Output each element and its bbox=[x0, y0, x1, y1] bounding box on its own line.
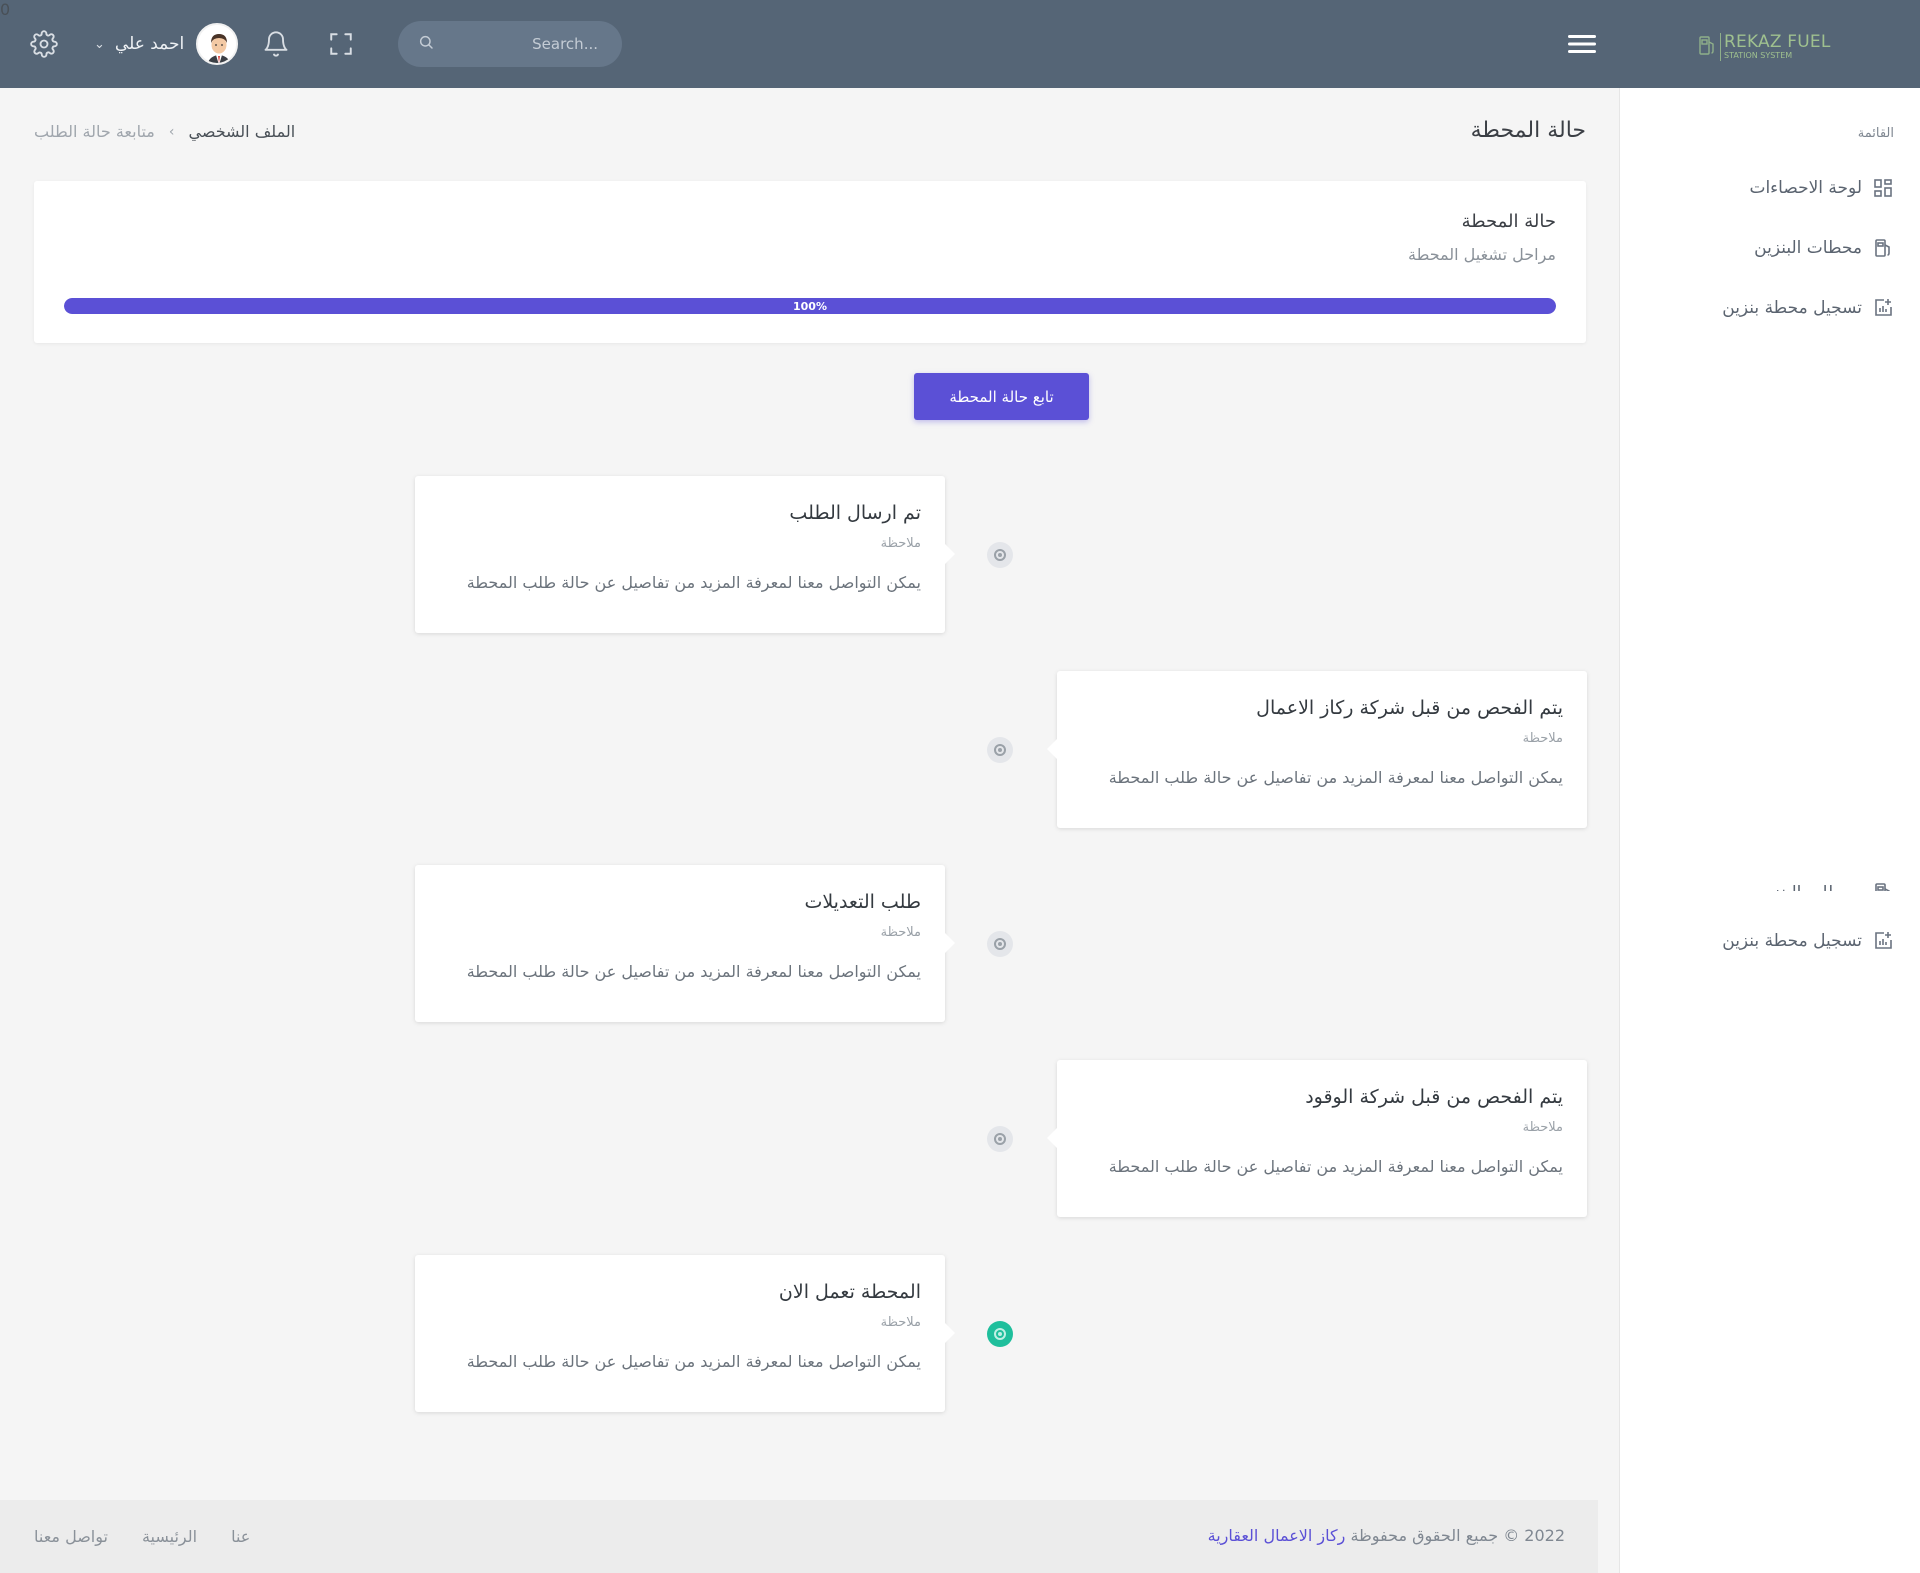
notification-count-badge: 0 bbox=[0, 0, 11, 19]
timeline-card: يتم الفحص من قبل شركة الوقود ملاحظة يمكن… bbox=[1047, 1060, 1587, 1217]
search-box bbox=[398, 21, 622, 67]
page-title: حالة المحطة bbox=[1470, 118, 1586, 143]
timeline-card: المحطة تعمل الان ملاحظة يمكن التواصل معن… bbox=[415, 1255, 955, 1412]
fuel-pump-logo-icon bbox=[1698, 34, 1716, 60]
fullscreen-icon[interactable] bbox=[328, 0, 354, 88]
footer-link-about[interactable]: عنا bbox=[231, 1527, 250, 1546]
user-name: احمد علي bbox=[114, 34, 185, 54]
timeline-description: يمكن التواصل معنا لمعرفة المزيد من تفاصي… bbox=[1108, 768, 1563, 787]
sidebar-item-label: تسجيل محطة بنزين bbox=[1722, 931, 1862, 951]
settings-gear-icon[interactable] bbox=[30, 0, 58, 88]
fuel-pump-icon bbox=[1872, 237, 1894, 259]
progress-bar: 100% bbox=[64, 298, 1556, 314]
logo-title: REKAZ FUEL bbox=[1724, 32, 1831, 52]
add-chart-icon bbox=[1872, 930, 1894, 952]
timeline-dot-icon bbox=[987, 931, 1013, 957]
footer-link-contact[interactable]: تواصل معنا bbox=[34, 1527, 108, 1546]
sidebar-ghost-item-fuel-stations: محطات البنزين bbox=[1754, 869, 1894, 891]
timeline-dot-active-icon bbox=[987, 1321, 1013, 1347]
avatar bbox=[196, 23, 239, 65]
logo-subtitle: STATION SYSTEM bbox=[1724, 51, 1793, 60]
sidebar-item-register-station[interactable]: تسجيل محطة بنزين bbox=[1722, 293, 1894, 323]
timeline-dot-icon bbox=[987, 542, 1013, 568]
station-status-card: حالة المحطة مراحل تشغيل المحطة 100% bbox=[34, 181, 1586, 343]
top-navbar: ⌄ احمد علي 0 Search... REKAZ FUEL STATIO… bbox=[0, 0, 1920, 88]
user-dropdown[interactable]: ⌄ احمد علي bbox=[94, 0, 239, 88]
chevron-left-icon: ‹ bbox=[168, 123, 175, 140]
sidebar-item-fuel-stations[interactable]: محطات البنزين bbox=[1754, 233, 1894, 263]
timeline-card: يتم الفحص من قبل شركة ركاز الاعمال ملاحظ… bbox=[1047, 671, 1587, 828]
timeline-note-label: ملاحظة bbox=[1522, 1120, 1563, 1135]
sidebar-item-label: لوحة الاحصاءات bbox=[1749, 178, 1862, 198]
timeline-card: طلب التعديلات ملاحظة يمكن التواصل معنا ل… bbox=[415, 865, 955, 1022]
timeline-note-label: ملاحظة bbox=[1522, 731, 1563, 746]
sidebar-ghost-item-register-station: تسجيل محطة بنزين bbox=[1722, 926, 1894, 956]
footer-links: تواصل معنا الرئيسية عنا bbox=[34, 1527, 250, 1546]
timeline-title: يتم الفحص من قبل شركة الوقود bbox=[1305, 1086, 1563, 1108]
progress-label: 100% bbox=[793, 299, 827, 313]
sidebar-title: القائمة bbox=[1857, 126, 1894, 141]
track-station-status-button[interactable]: تابع حالة المحطة bbox=[914, 373, 1089, 420]
search-input[interactable] bbox=[458, 35, 598, 53]
copyright-brand-link[interactable]: ركاز الاعمال العقارية bbox=[1208, 1526, 1346, 1545]
timeline-description: يمكن التواصل معنا لمعرفة المزيد من تفاصي… bbox=[466, 573, 921, 592]
card-title: حالة المحطة bbox=[1461, 211, 1556, 232]
timeline-dot-icon bbox=[987, 1126, 1013, 1152]
notifications-bell-icon[interactable] bbox=[262, 0, 290, 88]
timeline-title: يتم الفحص من قبل شركة ركاز الاعمال bbox=[1256, 697, 1563, 719]
copyright: 2022 © جميع الحقوق محفوظة ركاز الاعمال ا… bbox=[1208, 1526, 1565, 1545]
timeline-note-label: ملاحظة bbox=[880, 925, 921, 940]
sidebar-item-label: محطات البنزين bbox=[1754, 883, 1862, 891]
copyright-text: 2022 © جميع الحقوق محفوظة bbox=[1350, 1526, 1565, 1545]
breadcrumb-item-profile[interactable]: الملف الشخصي bbox=[188, 122, 295, 141]
timeline-description: يمكن التواصل معنا لمعرفة المزيد من تفاصي… bbox=[1108, 1157, 1563, 1176]
sidebar: القائمة لوحة الاحصاءات محطات البنزين تسج… bbox=[1619, 88, 1920, 1573]
timeline-note-label: ملاحظة bbox=[880, 536, 921, 551]
card-subtitle: مراحل تشغيل المحطة bbox=[1407, 245, 1556, 264]
hamburger-menu-icon[interactable] bbox=[1568, 0, 1596, 88]
timeline-note-label: ملاحظة bbox=[880, 1315, 921, 1330]
footer-link-home[interactable]: الرئيسية bbox=[142, 1527, 197, 1546]
brand-logo[interactable]: REKAZ FUEL STATION SYSTEM bbox=[1698, 30, 1831, 64]
timeline-title: المحطة تعمل الان bbox=[778, 1281, 921, 1303]
add-chart-icon bbox=[1872, 297, 1894, 319]
fuel-pump-icon bbox=[1872, 881, 1894, 891]
breadcrumb: متابعة حالة الطلب ‹ الملف الشخصي bbox=[34, 122, 295, 141]
timeline-title: طلب التعديلات bbox=[804, 891, 921, 913]
search-icon bbox=[418, 34, 434, 54]
timeline-title: تم ارسال الطلب bbox=[789, 502, 921, 524]
sidebar-item-label: محطات البنزين bbox=[1754, 238, 1862, 258]
timeline-description: يمكن التواصل معنا لمعرفة المزيد من تفاصي… bbox=[466, 962, 921, 981]
breadcrumb-item-track-request[interactable]: متابعة حالة الطلب bbox=[34, 122, 155, 141]
chevron-down-icon: ⌄ bbox=[94, 36, 105, 52]
dashboard-icon bbox=[1872, 177, 1894, 199]
sidebar-item-label: تسجيل محطة بنزين bbox=[1722, 298, 1862, 318]
timeline-card: تم ارسال الطلب ملاحظة يمكن التواصل معنا … bbox=[415, 476, 955, 633]
timeline-description: يمكن التواصل معنا لمعرفة المزيد من تفاصي… bbox=[466, 1352, 921, 1371]
timeline-dot-icon bbox=[987, 737, 1013, 763]
progress-fill: 100% bbox=[64, 298, 1556, 314]
footer: 2022 © جميع الحقوق محفوظة ركاز الاعمال ا… bbox=[0, 1500, 1598, 1573]
sidebar-item-dashboard[interactable]: لوحة الاحصاءات bbox=[1749, 173, 1894, 203]
